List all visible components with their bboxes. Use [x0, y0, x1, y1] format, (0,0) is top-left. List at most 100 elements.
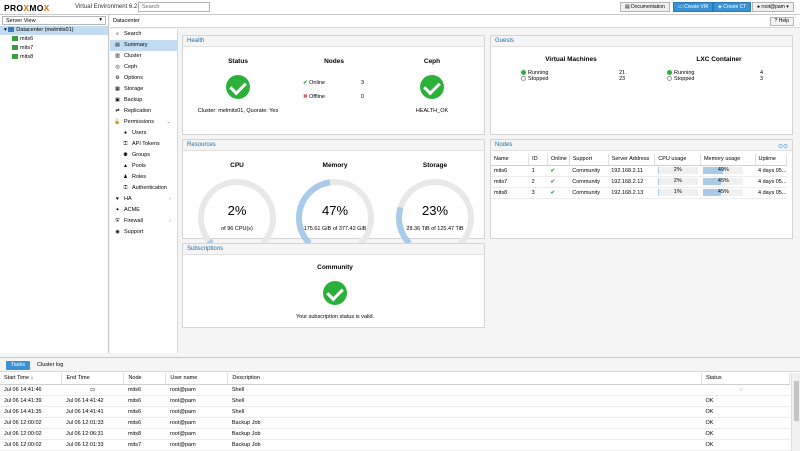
menu-item-cluster[interactable]: ▥ Cluster	[110, 51, 177, 62]
table-row[interactable]: mits7 2 ✔ Community 192.168.2.12 2% 45% 4 days …	[491, 176, 787, 188]
task-end: Jul 06 14:41:42	[61, 395, 124, 407]
user-menu-button[interactable]: ● root@pam ▾	[752, 2, 794, 12]
table-row[interactable]: Jul 06 14:41:35 Jul 06 14:41:41 mits6 root@…	[0, 406, 790, 418]
menu-item-authentication[interactable]: ⚿ Authentication	[110, 183, 177, 194]
search-input[interactable]: Search	[138, 2, 210, 12]
task-desc: Shell	[227, 384, 702, 396]
cpu-usage-bar: 1%	[657, 189, 698, 196]
task-start: Jul 06 14:41:46	[0, 384, 62, 396]
task-node: mits6	[123, 417, 166, 429]
table-row[interactable]: Jul 06 14:41:46 ▭ mits6 root@pam Shell ◌	[0, 384, 790, 396]
chevron-icon: ›	[169, 196, 171, 202]
nodes-col-header[interactable]: Server Address	[608, 154, 656, 166]
table-row[interactable]: Jul 06 12:00:02 Jul 06 12:01:33 mits6 root@…	[0, 417, 790, 429]
tree-datacenter[interactable]: ▾ Datacenter (melmits01)	[0, 26, 108, 35]
tab-cluster-log[interactable]: Cluster log	[32, 361, 68, 370]
tab-tasks[interactable]: Tasks	[6, 361, 31, 370]
task-node: mits7	[123, 439, 166, 451]
nodes-col-header[interactable]: Memory usage	[700, 154, 756, 166]
menu-item-label: Options	[124, 75, 143, 81]
menu-item-firewall[interactable]: ⛨ Firewall ›	[110, 216, 177, 227]
tasks-scrollbar[interactable]	[791, 373, 800, 451]
cluster-status-text: Cluster: melmits01, Quorate: Yes	[197, 108, 279, 114]
node-id: 2	[531, 178, 535, 185]
menu-item-label: Authentication	[132, 185, 167, 191]
menu-item-support[interactable]: ◉ Support	[110, 227, 177, 238]
nodes-col-header[interactable]: CPU usage	[654, 154, 701, 166]
users-icon: ⚉	[123, 152, 128, 158]
menu-item-options[interactable]: ⚙ Options	[110, 73, 177, 84]
documentation-button[interactable]: ▤ Documentation	[620, 2, 670, 12]
tasks-col-header[interactable]: End Time	[61, 373, 125, 385]
node-uptime: 4 days 05...	[758, 189, 787, 196]
tasks-col-header[interactable]: Status	[701, 373, 791, 385]
menu-item-storage[interactable]: ▦ Storage	[110, 84, 177, 95]
help-button[interactable]: ? Help	[769, 17, 794, 26]
task-user: root@pam	[165, 406, 228, 418]
task-status: OK	[701, 428, 790, 440]
tree-node-mits6[interactable]: mits6	[0, 35, 108, 44]
task-desc: Shell	[227, 406, 702, 418]
tasks-col-header[interactable]: Start Time ↓	[0, 373, 63, 385]
nodes-title: Nodes ⊙⊙	[491, 140, 792, 151]
storage-sub: 28.36 TiB of 125.47 TiB	[406, 226, 464, 232]
menu-item-pools[interactable]: ▲ Pools	[110, 161, 177, 172]
collapse-toggle-icon[interactable]: ⊙⊙	[778, 142, 788, 153]
menu-item-search[interactable]: ⌕ Search	[110, 29, 177, 40]
server-icon: ▥	[115, 53, 120, 59]
chevron-icon: ⌄	[166, 119, 171, 125]
menu-item-api-tokens[interactable]: ⚿ API Tokens	[110, 139, 177, 150]
menu-item-backup[interactable]: ▣ Backup	[110, 95, 177, 106]
table-row[interactable]: mits8 3 ✔ Community 192.168.2.13 1% 45% 4 days …	[491, 187, 787, 199]
cpu-value: 2%	[227, 203, 247, 218]
task-desc: Backup Job	[227, 439, 702, 451]
guests-title: Guests	[491, 36, 792, 47]
nodes-col-header[interactable]: Name	[491, 154, 530, 166]
vm-stopped-count: 23	[619, 76, 626, 82]
spinner-icon: ◌	[739, 386, 743, 393]
tasks-col-header[interactable]: User name	[165, 373, 229, 385]
menu-item-permissions[interactable]: 🔓 Permissions ⌄	[110, 117, 177, 128]
task-status: OK	[701, 406, 790, 418]
tree-node-mits7[interactable]: mits7	[0, 44, 108, 53]
scroll-thumb[interactable]	[794, 381, 799, 421]
tasks-col-header[interactable]: Description	[227, 373, 702, 385]
table-row[interactable]: Jul 06 12:00:02 Jul 06 12:06:31 mits8 root@…	[0, 428, 790, 440]
menu-item-summary[interactable]: ▤ Summary	[110, 40, 177, 51]
tasks-col-header[interactable]: Node	[123, 373, 167, 385]
server-view-select[interactable]: Server View ▾	[2, 16, 106, 25]
tags-icon: ▲	[123, 163, 128, 169]
menu-item-replication[interactable]: ⇄ Replication	[110, 106, 177, 117]
menu-item-label: Permissions	[124, 119, 154, 125]
chevron-down-icon: ▾	[99, 17, 102, 23]
database-icon: ▦	[115, 86, 120, 92]
heartbeat-icon: ♥	[116, 196, 119, 202]
cpu-heading: CPU	[230, 162, 244, 169]
menu-item-ha[interactable]: ♥ HA ›	[110, 194, 177, 205]
floppy-icon: ▣	[115, 97, 120, 103]
menu-item-label: Backup	[124, 97, 143, 103]
tree-node-mits8[interactable]: mits8	[0, 53, 108, 62]
nodes-col-header[interactable]: Uptime	[755, 154, 787, 166]
task-node: mits6	[123, 395, 166, 407]
menu-item-roles[interactable]: ♟ Roles	[110, 172, 177, 183]
table-row[interactable]: Jul 06 14:41:39 Jul 06 14:41:42 mits6 root@…	[0, 395, 790, 407]
menu-item-label: Ceph	[124, 64, 138, 70]
ceph-icon: ◎	[115, 64, 120, 70]
table-row[interactable]: Jul 06 12:00:02 Jul 06 12:01:33 mits7 root@…	[0, 439, 790, 451]
menu-item-groups[interactable]: ⚉ Groups	[110, 150, 177, 161]
nodes-col-header[interactable]: ID	[528, 154, 548, 166]
node-icon	[12, 54, 18, 59]
table-row[interactable]: mits6 1 ✔ Community 192.168.2.11 2% 49% 4 days …	[491, 165, 787, 177]
top-bar: PROXMOX Virtual Environment 6.2-6 Search…	[0, 0, 800, 15]
menu-item-acme[interactable]: ✦ ACME	[110, 205, 177, 216]
nodes-col-header[interactable]: Online	[547, 154, 570, 166]
node-name: mits7	[494, 178, 508, 185]
memory-usage-bar: 45%	[703, 189, 744, 196]
menu-item-users[interactable]: ● Users	[110, 128, 177, 139]
node-address: 192.168.2.12	[611, 178, 644, 185]
create-ct-button[interactable]: ◈ Create CT	[713, 2, 752, 12]
menu-item-ceph[interactable]: ◎ Ceph	[110, 62, 177, 73]
nodes-col-header[interactable]: Support	[569, 154, 609, 166]
create-vm-button[interactable]: ▭ Create VM	[673, 2, 714, 12]
